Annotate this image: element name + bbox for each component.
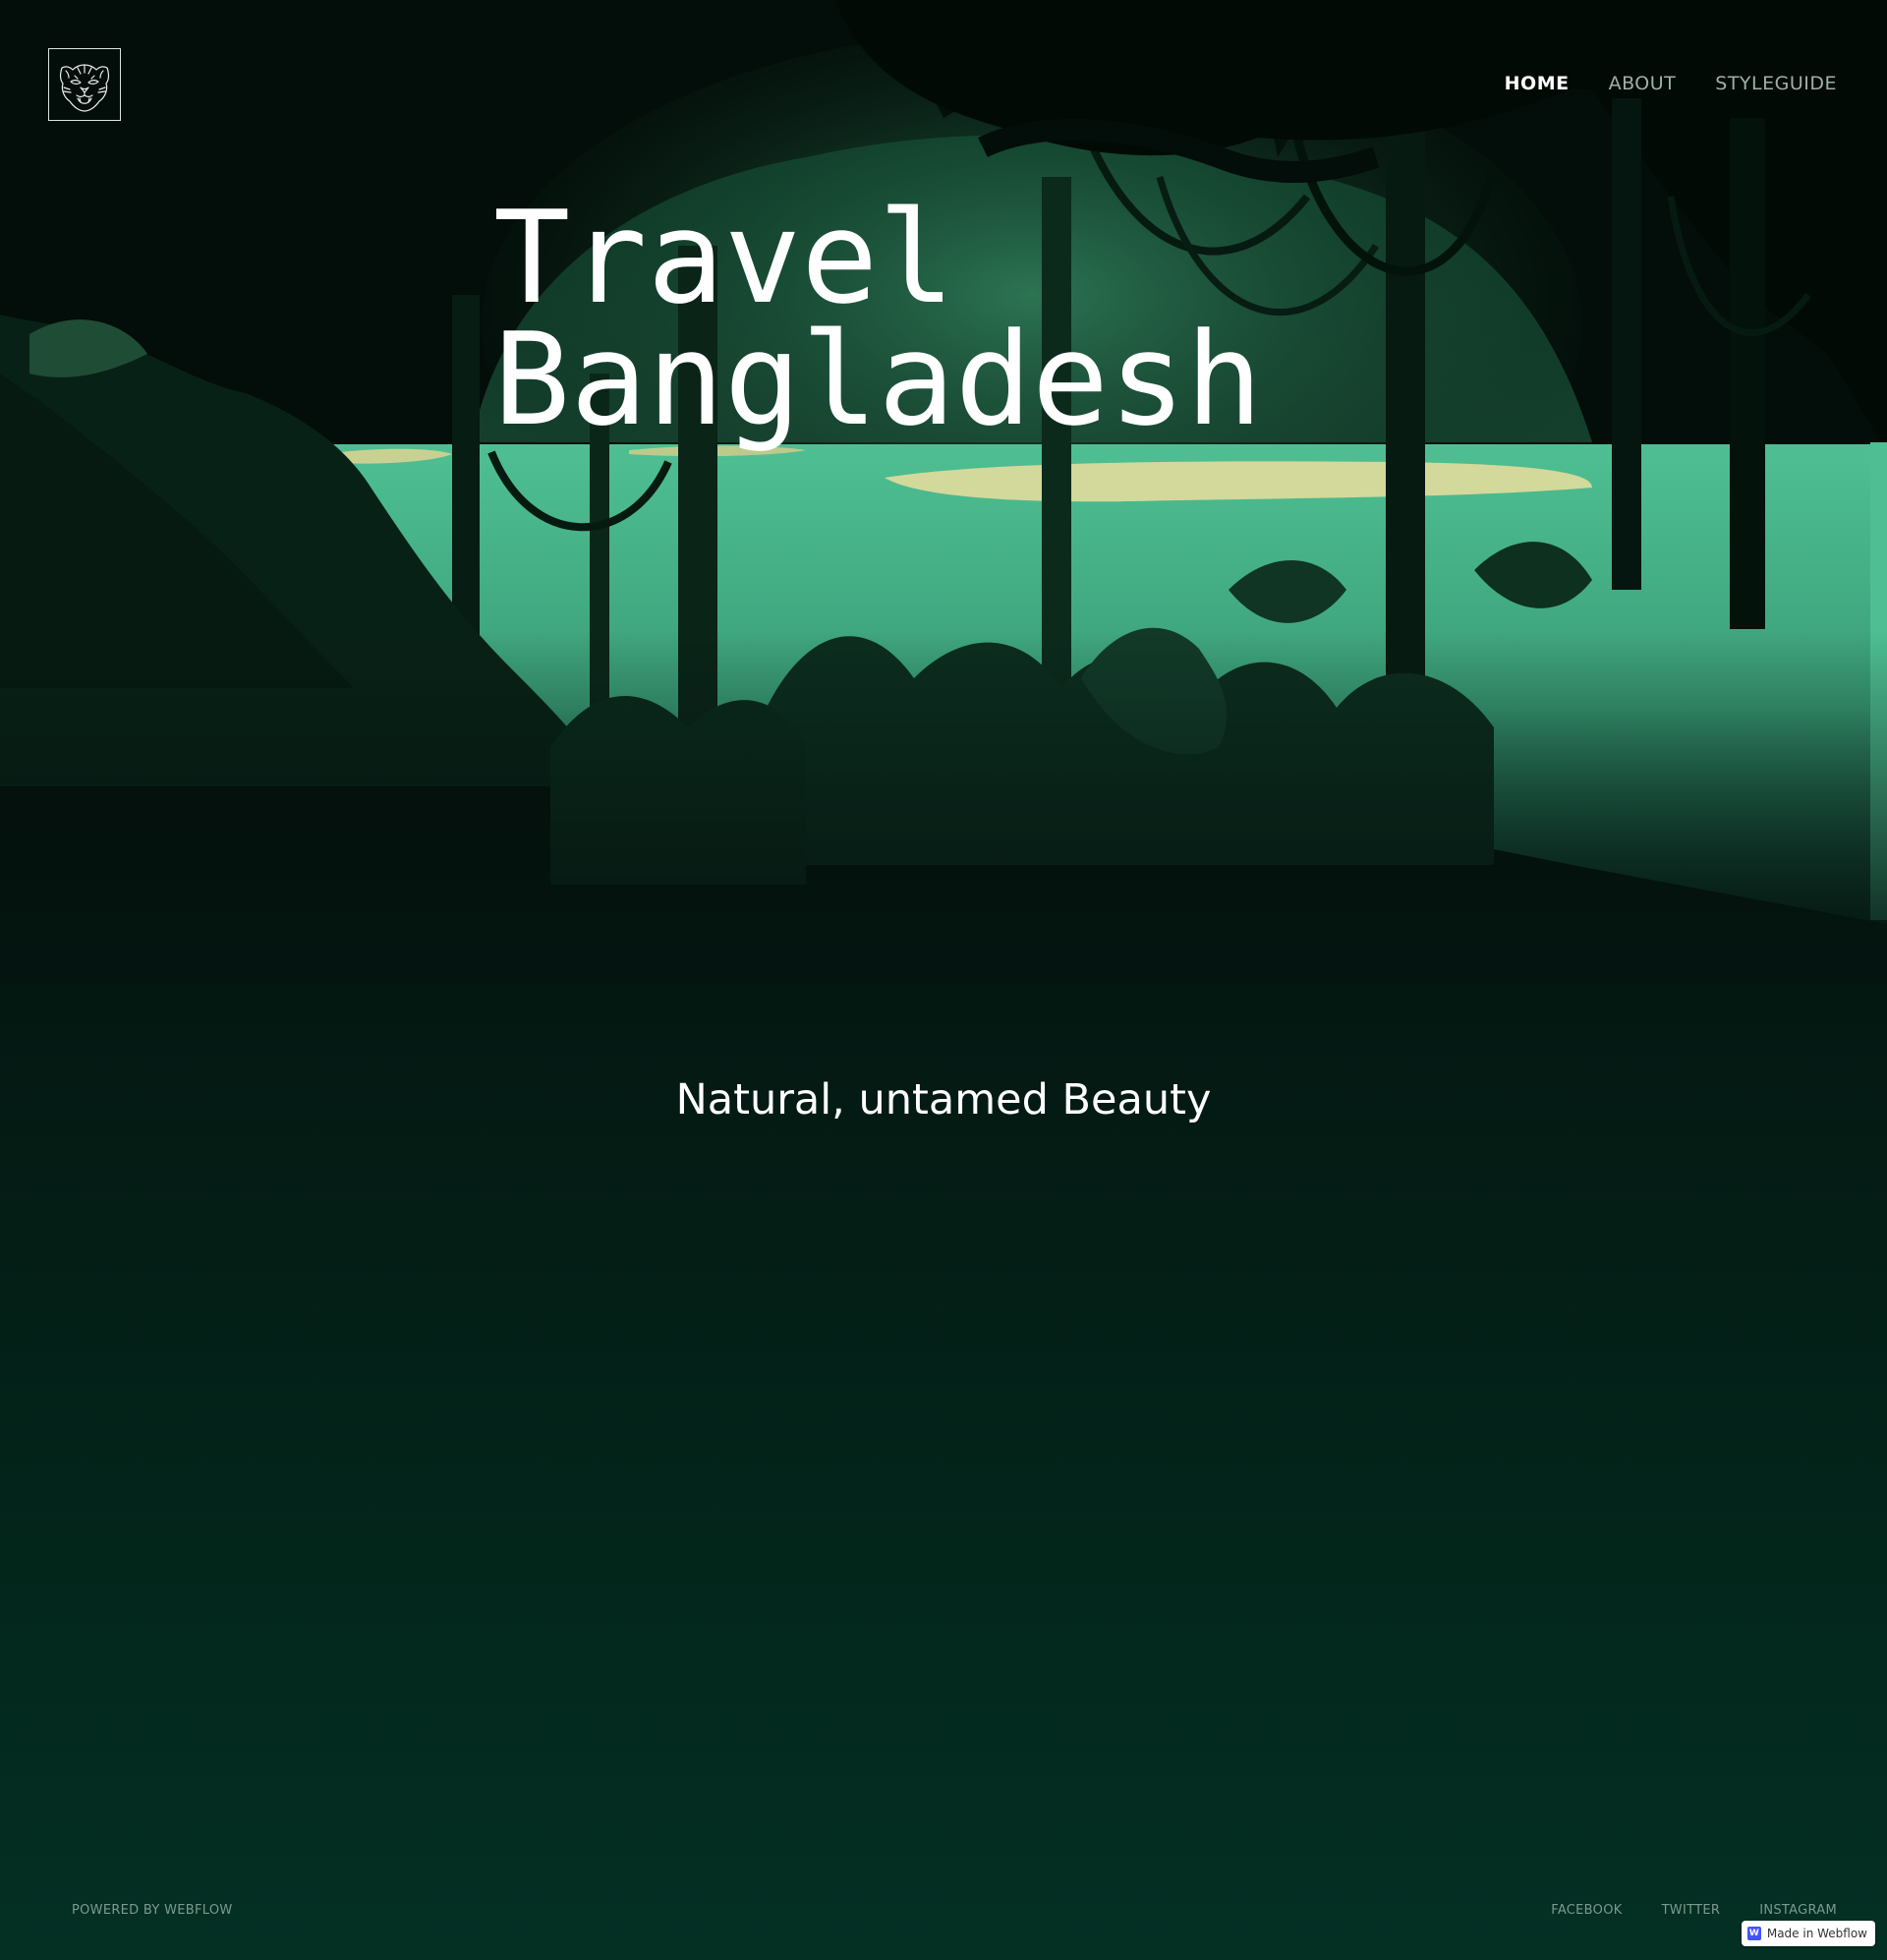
webflow-logo-icon: W — [1746, 1927, 1761, 1940]
nav-about[interactable]: ABOUT — [1609, 73, 1677, 94]
made-in-webflow-badge[interactable]: W Made in Webflow — [1741, 1921, 1875, 1946]
site-logo[interactable] — [48, 48, 121, 121]
main-nav: HOME ABOUT STYLEGUIDE — [1505, 73, 1837, 94]
nav-home[interactable]: HOME — [1505, 73, 1570, 94]
social-links: FACEBOOK TWITTER INSTAGRAM — [1551, 1903, 1837, 1918]
jungle-scene-image — [0, 0, 1887, 983]
hero-title-line-1: Travel — [493, 183, 955, 332]
hero-title-line-2: Bangladesh — [493, 305, 1263, 454]
tiger-head-icon — [60, 64, 109, 112]
twitter-link[interactable]: TWITTER — [1662, 1903, 1721, 1918]
hero-title: Travel Bangladesh — [493, 183, 1263, 454]
facebook-link[interactable]: FACEBOOK — [1551, 1903, 1622, 1918]
hero-illustration — [0, 0, 1887, 983]
tagline: Natural, untamed Beauty — [675, 1075, 1212, 1124]
instagram-link[interactable]: INSTAGRAM — [1759, 1903, 1837, 1918]
nav-styleguide[interactable]: STYLEGUIDE — [1715, 73, 1837, 94]
badge-label: Made in Webflow — [1766, 1927, 1867, 1940]
powered-by-webflow-link[interactable]: POWERED BY WEBFLOW — [72, 1903, 233, 1918]
